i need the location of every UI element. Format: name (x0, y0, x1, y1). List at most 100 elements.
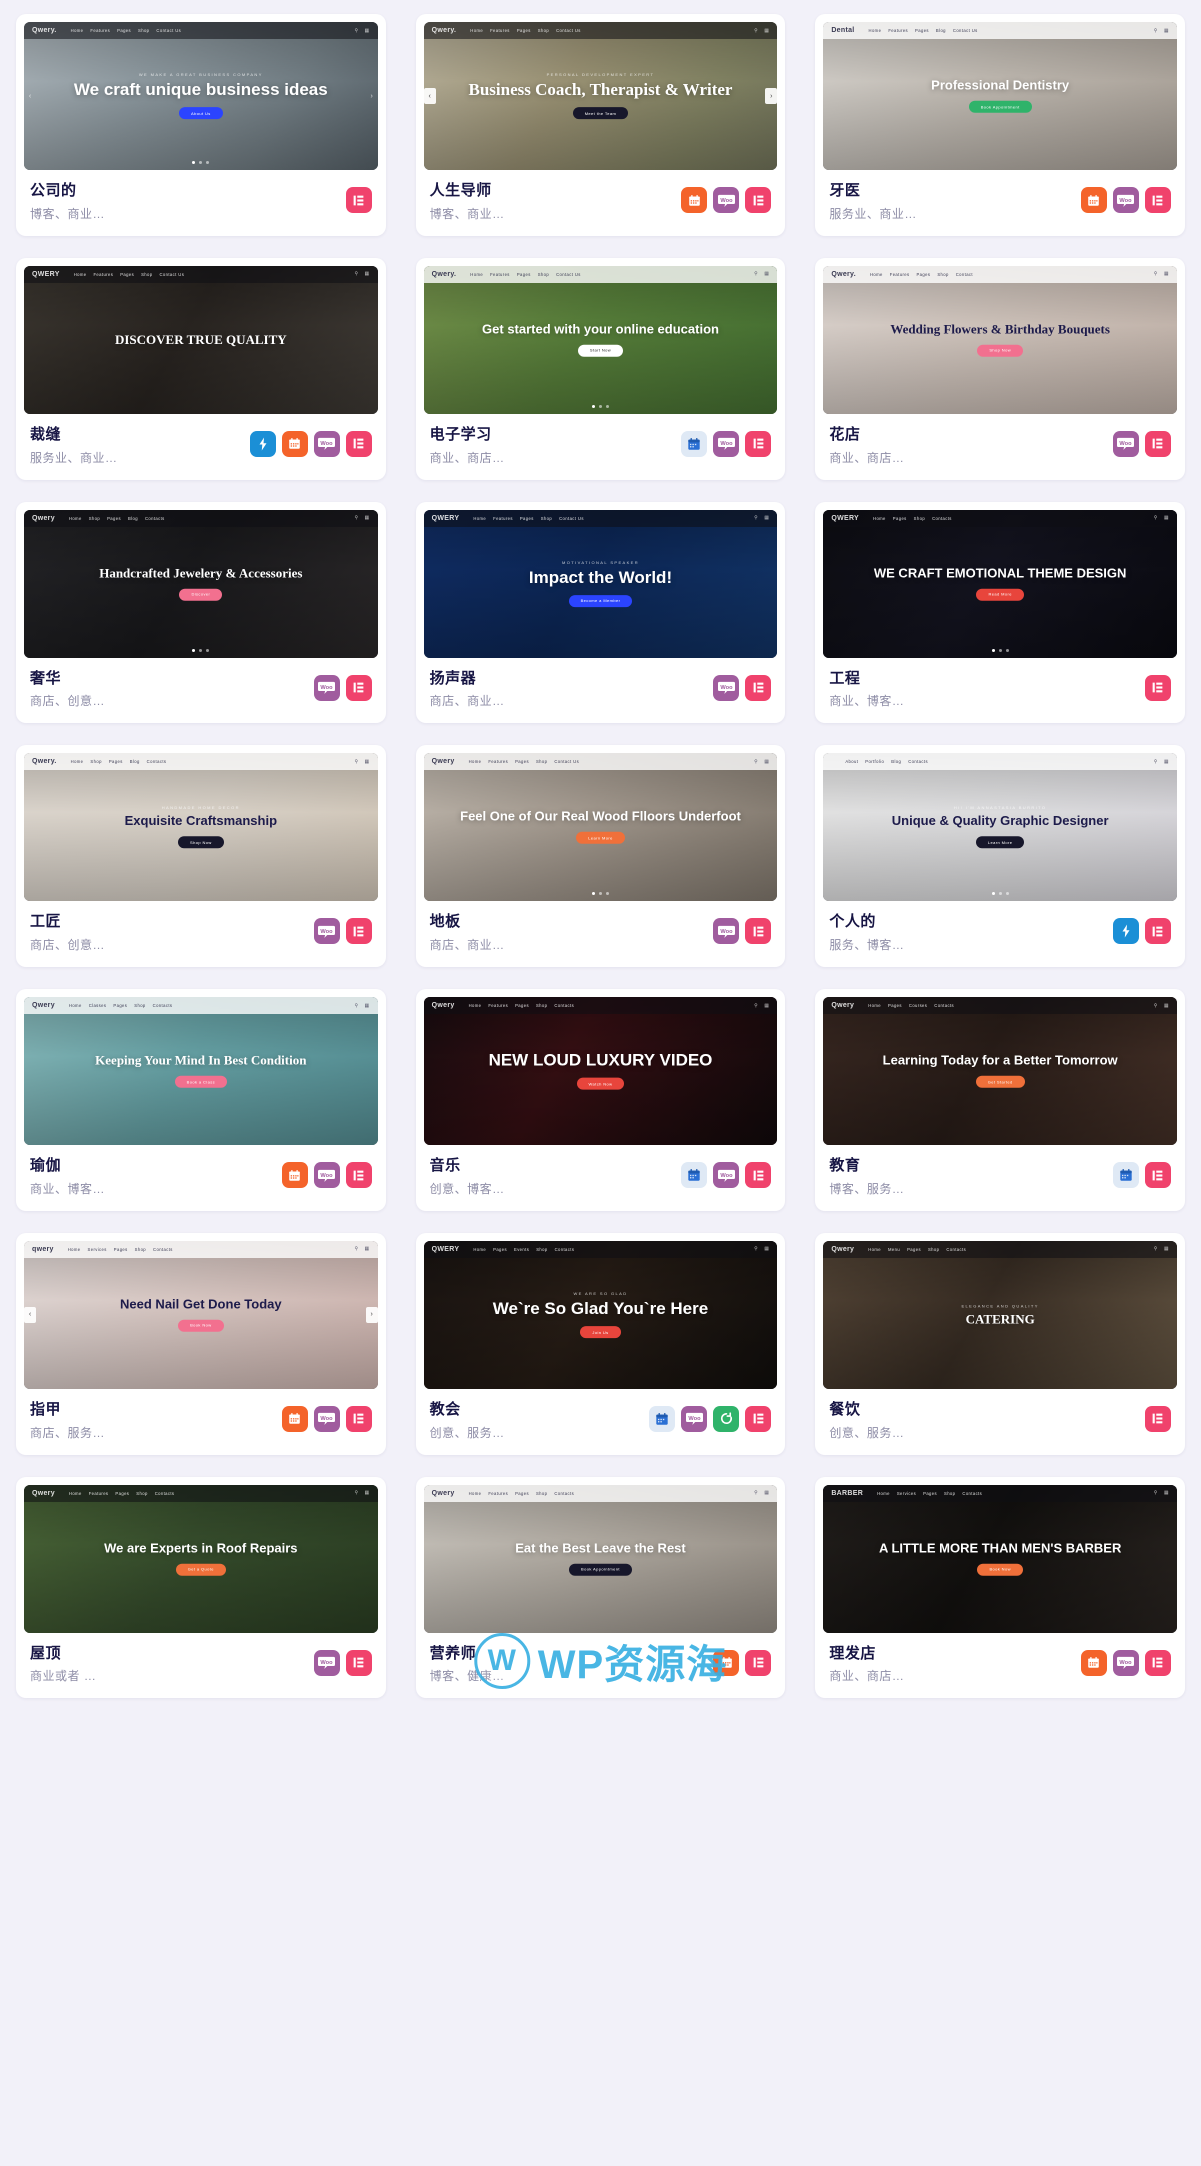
template-name[interactable]: 工匠 (30, 913, 306, 932)
booking-calendar-badge-icon[interactable] (681, 1162, 708, 1188)
woocommerce-badge-icon[interactable]: Woo (713, 430, 740, 457)
template-card[interactable]: Qwery Home Features Pages Shop Contact Us ⚲ ▦ Fe… (415, 745, 786, 967)
woocommerce-badge-icon[interactable]: Woo (313, 1649, 340, 1676)
template-preview-thumbnail[interactable]: Qwery Home Features Pages Shop Contacts ⚲ ▦ NEW … (423, 997, 778, 1145)
template-name[interactable]: 电子学习 (430, 426, 674, 445)
template-name[interactable]: 人生导师 (430, 182, 674, 201)
template-name[interactable]: 餐饮 (829, 1401, 1137, 1420)
template-preview-thumbnail[interactable]: Qwery Home Features Pages Shop Contact Us ⚲ ▦ Fe… (423, 753, 778, 902)
template-preview-thumbnail[interactable]: Qwery Home Classes Pages Shop Contacts ⚲ ▦ Keepi… (24, 997, 378, 1145)
elementor-badge-icon[interactable] (345, 918, 372, 945)
template-preview-thumbnail[interactable]: Dental Home Features Pages Blog Contact Us ⚲ ▦ P… (823, 22, 1177, 170)
template-preview-thumbnail[interactable]: Qwery. Home Shop Pages Blog Contacts ⚲ ▦ HANDMAD… (24, 753, 378, 902)
template-card[interactable]: Qwery Home Menu Pages Shop Contacts ⚲ ▦ ELEGANCE… (815, 1232, 1185, 1455)
events-calendar-badge-icon[interactable] (1080, 187, 1107, 213)
elementor-badge-icon[interactable] (1144, 674, 1171, 701)
template-preview-thumbnail[interactable]: Qwery Home Features Pages Shop Contacts ⚲ ▦ Eat … (423, 1484, 778, 1633)
template-card[interactable]: Qwery. Home Shop Pages Blog Contacts ⚲ ▦ HANDMAD… (16, 745, 386, 967)
template-card[interactable]: Qwery. Home Features Pages Shop Contact Us ⚲ ▦ P… (415, 14, 786, 236)
elementor-badge-icon[interactable] (745, 1649, 772, 1676)
template-preview-thumbnail[interactable]: Qwery Home Pages Courses Contacts ⚲ ▦ Learning … (823, 997, 1177, 1145)
elementor-badge-icon[interactable] (1144, 430, 1171, 457)
template-name[interactable]: 理发店 (829, 1645, 1073, 1664)
woocommerce-badge-icon[interactable]: Woo (313, 430, 340, 457)
elementor-badge-icon[interactable] (745, 918, 772, 945)
woocommerce-badge-icon[interactable]: Woo (1112, 187, 1139, 213)
revolution-badge-icon[interactable] (713, 1405, 740, 1432)
elementor-badge-icon[interactable] (345, 1405, 372, 1432)
template-preview-thumbnail[interactable]: QWERY Home Pages Events Shop Contacts ⚲ ▦ WE ARE… (423, 1240, 778, 1389)
elementor-badge-icon[interactable] (745, 674, 772, 701)
elementor-badge-icon[interactable] (745, 1405, 772, 1432)
woocommerce-badge-icon[interactable]: Woo (681, 1405, 708, 1432)
template-name[interactable]: 奢华 (30, 670, 306, 689)
template-name[interactable]: 个人的 (829, 913, 1105, 932)
template-card[interactable]: QWERY Home Features Pages Shop Contact Us ⚲ ▦ MO… (415, 501, 786, 724)
template-preview-thumbnail[interactable]: Qwery Home Features Pages Shop Contacts ⚲ ▦ We a… (24, 1484, 378, 1633)
elementor-badge-icon[interactable] (345, 187, 372, 213)
template-card[interactable]: Qwery Home Pages Courses Contacts ⚲ ▦ Learning … (815, 989, 1185, 1211)
template-card[interactable]: Qwery Home Features Pages Shop Contacts ⚲ ▦ NEW … (415, 989, 786, 1211)
template-name[interactable]: 瑜伽 (30, 1157, 274, 1176)
template-card[interactable]: BARBER Home Services Pages Shop Contacts ⚲ ▦ A L… (815, 1476, 1185, 1699)
template-card[interactable]: QWERY Home Features Pages Shop Contact Us ⚲ ▦ DI… (16, 257, 386, 480)
elementor-badge-icon[interactable] (345, 1649, 372, 1676)
template-card[interactable]: Qwery. Home Features Pages Shop Contact ⚲ ▦ Wedd… (815, 257, 1185, 480)
elementor-badge-icon[interactable] (345, 1162, 372, 1188)
elementor-badge-icon[interactable] (745, 1162, 772, 1188)
template-name[interactable]: 工程 (829, 670, 1137, 689)
template-name[interactable]: 音乐 (430, 1157, 674, 1176)
woocommerce-badge-icon[interactable]: Woo (313, 1162, 340, 1188)
template-preview-thumbnail[interactable]: QWERY Home Features Pages Shop Contact Us ⚲ ▦ DI… (24, 265, 378, 414)
template-card[interactable]: Qwery Home Shop Pages Blog Contacts ⚲ ▦ Handcraf… (16, 501, 386, 724)
woocommerce-badge-icon[interactable]: Woo (713, 187, 740, 213)
template-name[interactable]: 教会 (430, 1401, 642, 1420)
booking-calendar-badge-icon[interactable] (649, 1405, 676, 1432)
template-preview-thumbnail[interactable]: QWERY Home Features Pages Shop Contact Us ⚲ ▦ MO… (423, 509, 778, 658)
template-preview-thumbnail[interactable]: Qwery. Home Features Pages Shop Contact Us ⚲ ▦ P… (423, 22, 778, 170)
elementor-badge-icon[interactable] (345, 674, 372, 701)
template-preview-thumbnail[interactable]: Qwery. Home Features Pages Shop Contact Us ⚲ ▦ G… (423, 265, 778, 414)
template-name[interactable]: 教育 (829, 1157, 1105, 1176)
template-name[interactable]: 扬声器 (430, 670, 706, 689)
booking-calendar-badge-icon[interactable] (681, 430, 708, 457)
elementor-badge-icon[interactable] (1144, 1649, 1171, 1676)
template-preview-thumbnail[interactable]: Qwery. Home Features Pages Shop Contact ⚲ ▦ Wedd… (823, 265, 1177, 414)
template-name[interactable]: 牙医 (829, 182, 1073, 201)
template-card[interactable]: Qwery. Home Features Pages Shop Contact Us ⚲ ▦ G… (415, 257, 786, 480)
elementor-badge-icon[interactable] (345, 430, 372, 457)
woocommerce-badge-icon[interactable]: Woo (1112, 1649, 1139, 1676)
template-preview-thumbnail[interactable]: Qwery. Home Features Pages Shop Contact Us ⚲ ▦ W… (24, 22, 378, 170)
events-calendar-badge-icon[interactable] (681, 187, 708, 213)
template-preview-thumbnail[interactable]: Qwery Home Menu Pages Shop Contacts ⚲ ▦ ELEGANCE… (823, 1240, 1177, 1389)
template-card[interactable]: Qwery. Home Features Pages Shop Contact Us ⚲ ▦ W… (16, 14, 386, 236)
template-name[interactable]: 指甲 (30, 1401, 274, 1420)
elementor-badge-icon[interactable] (1144, 187, 1171, 213)
speed-optimizer-badge-icon[interactable] (249, 430, 276, 457)
woocommerce-badge-icon[interactable]: Woo (313, 1405, 340, 1432)
events-calendar-badge-icon[interactable] (713, 1649, 740, 1676)
template-name[interactable]: 屋顶 (30, 1645, 306, 1664)
template-preview-thumbnail[interactable]: About Portfolio Blog Contacts ⚲ ▦ Hi! I'm Anna… (823, 753, 1177, 902)
elementor-badge-icon[interactable] (1144, 918, 1171, 945)
template-name[interactable]: 地板 (430, 913, 706, 932)
events-calendar-badge-icon[interactable] (281, 430, 308, 457)
template-name[interactable]: 花店 (829, 426, 1105, 445)
booking-calendar-badge-icon[interactable] (1112, 1162, 1139, 1188)
events-calendar-badge-icon[interactable] (1080, 1649, 1107, 1676)
template-name[interactable]: 裁缝 (30, 426, 242, 445)
events-calendar-badge-icon[interactable] (281, 1405, 308, 1432)
template-card[interactable]: QWERY Home Pages Shop Contacts ⚲ ▦ WE CRAFT EMO… (815, 501, 1185, 724)
template-preview-thumbnail[interactable]: QWERY Home Pages Shop Contacts ⚲ ▦ WE CRAFT EMO… (823, 509, 1177, 658)
template-card[interactable]: QWERY Home Pages Events Shop Contacts ⚲ ▦ WE ARE… (415, 1232, 786, 1455)
template-preview-thumbnail[interactable]: qwery Home Services Pages Shop Contacts ⚲ ▦ Need… (24, 1240, 378, 1389)
woocommerce-badge-icon[interactable]: Woo (713, 1162, 740, 1188)
elementor-badge-icon[interactable] (1144, 1405, 1171, 1432)
woocommerce-badge-icon[interactable]: Woo (313, 674, 340, 701)
template-name[interactable]: 公司的 (30, 182, 338, 201)
elementor-badge-icon[interactable] (1144, 1162, 1171, 1188)
woocommerce-badge-icon[interactable]: Woo (713, 918, 740, 945)
events-calendar-badge-icon[interactable] (281, 1162, 308, 1188)
template-preview-thumbnail[interactable]: Qwery Home Shop Pages Blog Contacts ⚲ ▦ Handcraf… (24, 509, 378, 658)
template-card[interactable]: About Portfolio Blog Contacts ⚲ ▦ Hi! I'm Anna… (815, 745, 1185, 967)
